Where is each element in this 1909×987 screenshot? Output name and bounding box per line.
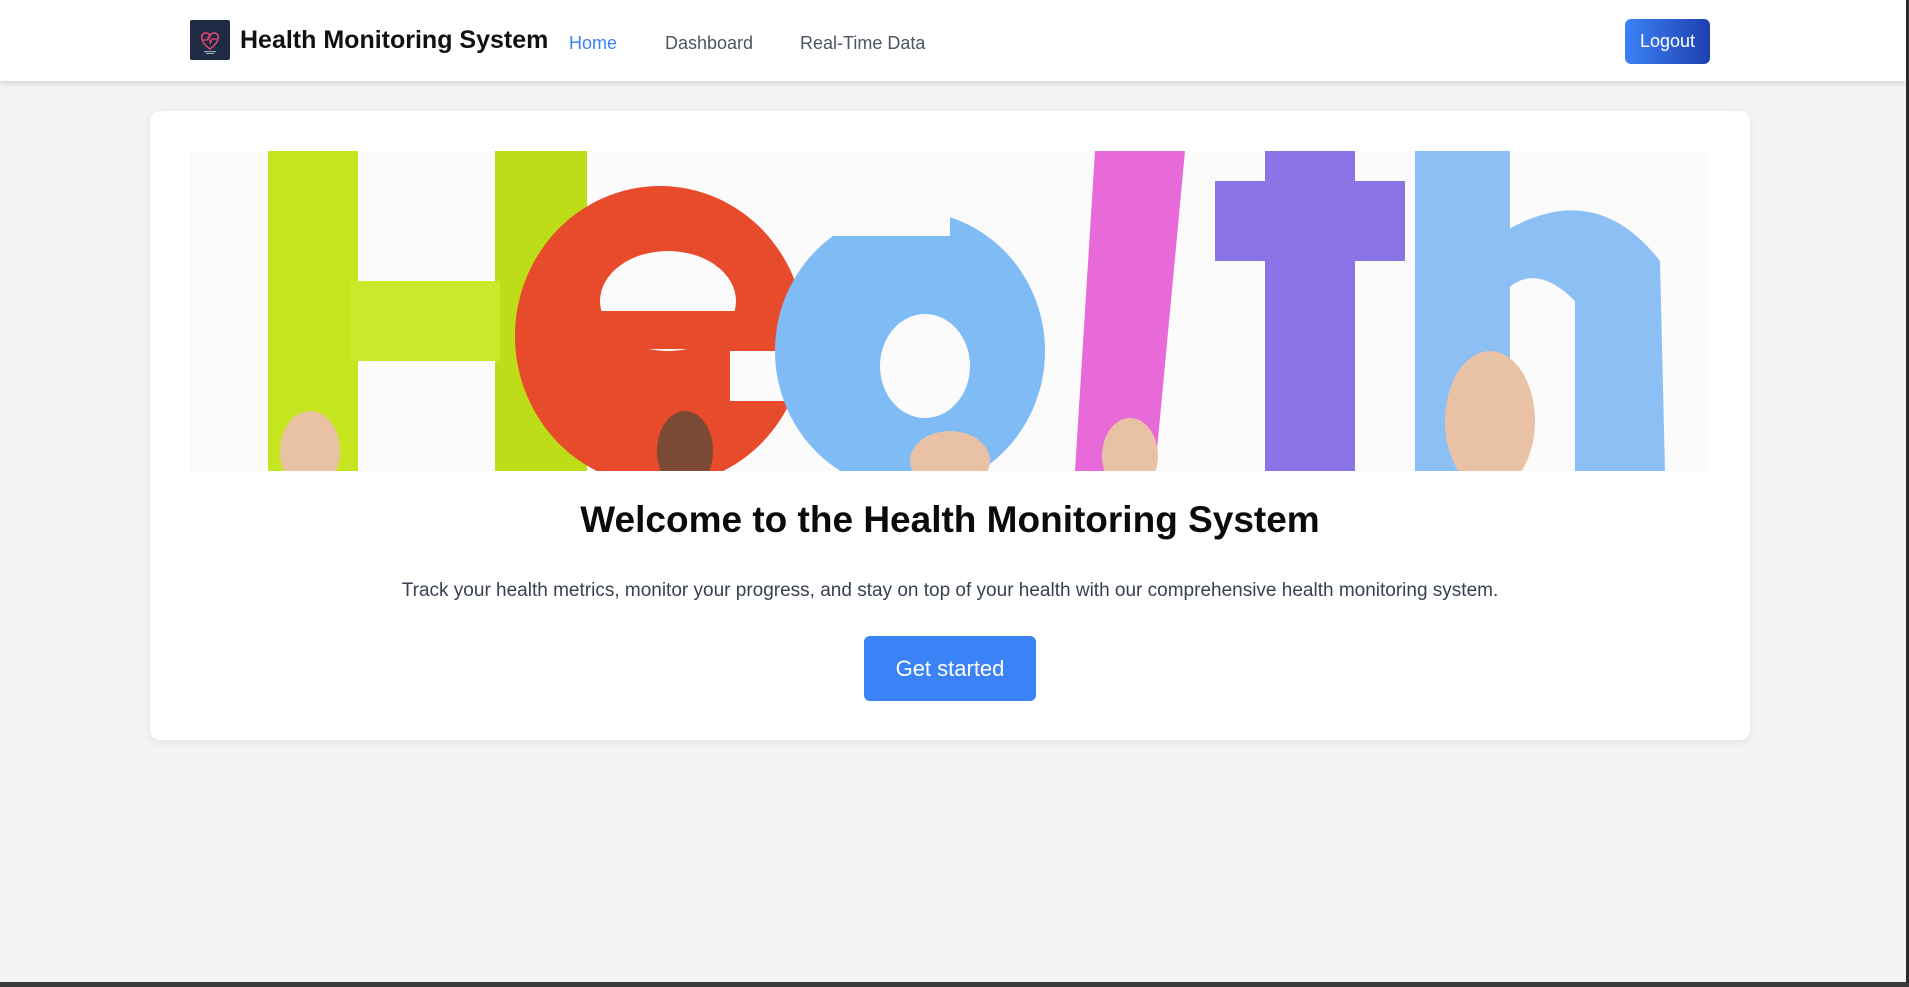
- nav-link-real-time-data[interactable]: Real-Time Data: [800, 33, 925, 54]
- app-logo[interactable]: [190, 20, 230, 60]
- window-bottom-edge: [0, 982, 1909, 987]
- nav-link-dashboard[interactable]: Dashboard: [665, 33, 753, 54]
- logout-button[interactable]: Logout: [1625, 19, 1710, 64]
- browser-viewport: Health Monitoring System Home Dashboard …: [0, 0, 1906, 982]
- welcome-card: Welcome to the Health Monitoring System …: [150, 111, 1750, 740]
- nav-link-home[interactable]: Home: [569, 33, 617, 54]
- top-navbar: Health Monitoring System Home Dashboard …: [0, 0, 1906, 81]
- brand-title[interactable]: Health Monitoring System: [240, 26, 548, 55]
- welcome-heading: Welcome to the Health Monitoring System: [580, 499, 1320, 540]
- welcome-description: Track your health metrics, monitor your …: [401, 580, 1499, 601]
- hero-image: [190, 151, 1709, 471]
- heart-logo-icon: [200, 32, 220, 54]
- health-letters-illustration: [190, 151, 1709, 471]
- get-started-button[interactable]: Get started: [864, 636, 1036, 701]
